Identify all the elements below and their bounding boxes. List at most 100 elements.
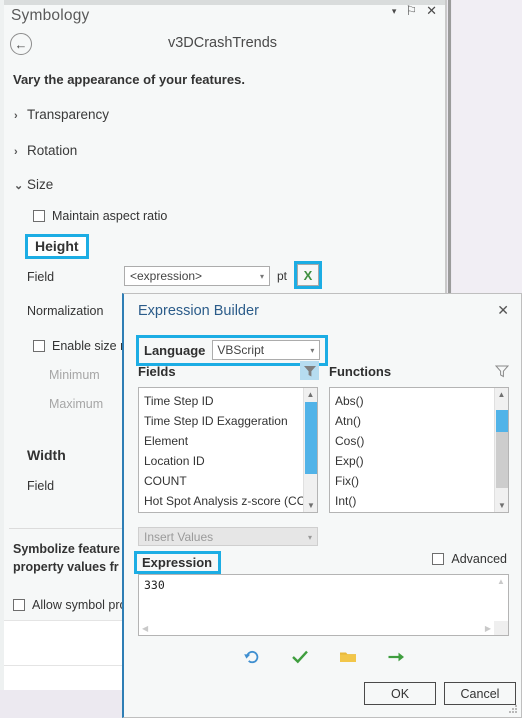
resize-grip[interactable]: [509, 705, 518, 714]
height-label: Height: [35, 238, 79, 254]
advanced-label: Advanced: [451, 552, 507, 566]
scroll-up-icon[interactable]: ▲: [495, 388, 508, 401]
expression-label: Expression: [142, 555, 213, 570]
section-rotation-label: Rotation: [27, 143, 78, 158]
allow-symbol-label: Allow symbol pro: [32, 598, 127, 612]
list-item[interactable]: Atn(): [335, 411, 494, 431]
section-size[interactable]: ⌄ Size: [14, 177, 53, 192]
expression-textarea[interactable]: 330 ▲ ◀ ▶: [138, 574, 509, 636]
list-item[interactable]: COUNT: [144, 471, 303, 491]
expression-vertical-scrollbar: ▲: [494, 575, 508, 621]
chevron-right-icon: ›: [14, 146, 18, 158]
height-field-label: Field: [27, 270, 55, 284]
list-item[interactable]: Location ID: [144, 451, 303, 471]
functions-scrollbar[interactable]: ▲ ▼: [494, 388, 508, 512]
list-item[interactable]: Hot Spot Analysis z-score (COU: [144, 491, 303, 511]
expression-horizontal-scrollbar: ◀ ▶: [139, 621, 508, 635]
scrollbar-thumb[interactable]: [305, 402, 317, 474]
scrollbar-thumb[interactable]: [496, 410, 508, 432]
section-transparency-label: Transparency: [27, 107, 110, 122]
scroll-right-icon: ▶: [484, 624, 491, 633]
language-value: VBScript: [217, 343, 265, 357]
fields-listbox[interactable]: Time Step ID Time Step ID Exaggeration E…: [138, 387, 318, 513]
dialog-title: Expression Builder: [138, 303, 259, 319]
chevron-right-icon: ›: [14, 110, 18, 122]
cancel-button-label: Cancel: [460, 686, 500, 701]
ok-button[interactable]: OK: [364, 682, 436, 705]
scroll-up-icon[interactable]: ▲: [304, 388, 317, 401]
fields-scrollbar[interactable]: ▲ ▼: [303, 388, 317, 512]
chevron-down-icon: ▾: [307, 533, 312, 542]
minimum-label: Minimum: [49, 368, 100, 382]
close-icon[interactable]: ✕: [426, 4, 437, 17]
ok-button-label: OK: [390, 686, 410, 701]
list-item[interactable]: Cos(): [335, 431, 494, 451]
scroll-down-icon[interactable]: ▼: [495, 499, 508, 512]
scroll-down-icon[interactable]: ▼: [304, 499, 317, 512]
undo-icon[interactable]: [241, 646, 263, 668]
pane-left-strip: [0, 0, 4, 718]
expression-button[interactable]: X: [297, 264, 319, 286]
expression-icon: X: [303, 267, 313, 283]
checkbox-box: [13, 599, 25, 611]
height-unit-label: pt: [277, 269, 288, 283]
verify-icon[interactable]: [289, 646, 311, 668]
height-label-highlight: Height: [25, 234, 89, 259]
maintain-aspect-ratio-checkbox[interactable]: Maintain aspect ratio: [33, 209, 167, 223]
intro-text: Vary the appearance of your features.: [13, 72, 245, 87]
menu-caret-icon[interactable]: ▾: [392, 7, 397, 16]
list-item[interactable]: Int(): [335, 491, 494, 511]
list-item[interactable]: Exp(): [335, 451, 494, 471]
list-item[interactable]: Time Step ID Exaggeration: [144, 411, 303, 431]
checkbox-box: [33, 210, 45, 222]
functions-filter-icon[interactable]: [492, 361, 511, 380]
allow-symbol-checkbox[interactable]: Allow symbol pro: [13, 598, 126, 612]
height-field-value: <expression>: [130, 269, 203, 283]
scroll-left-icon: ◀: [142, 624, 149, 633]
cancel-button[interactable]: Cancel: [444, 682, 516, 705]
expression-toolbar: [124, 646, 522, 668]
advanced-checkbox[interactable]: Advanced: [432, 552, 507, 566]
list-item[interactable]: Time Step ID: [144, 391, 303, 411]
chevron-down-icon: ⌄: [14, 180, 24, 192]
pane-title: Symbology: [11, 7, 90, 24]
width-field-label: Field: [27, 479, 55, 493]
height-field-dropdown[interactable]: <expression> ▾: [124, 266, 270, 286]
section-rotation[interactable]: › Rotation: [14, 143, 77, 158]
language-label: Language: [144, 342, 206, 358]
pane-top-strip: [0, 0, 445, 5]
functions-listbox[interactable]: Abs() Atn() Cos() Exp() Fix() Int() ▲ ▼: [329, 387, 509, 513]
layer-name: v3DCrashTrends: [167, 35, 278, 51]
fields-filter-icon[interactable]: [300, 361, 319, 380]
fields-header: Fields: [138, 364, 176, 379]
pin-icon[interactable]: ⚐: [405, 4, 417, 17]
normalization-label: Normalization: [27, 304, 104, 318]
scrollbar-track-fill: [496, 432, 508, 488]
checkbox-box: [432, 553, 445, 565]
list-item[interactable]: Abs(): [335, 391, 494, 411]
dialog-close-icon[interactable]: ✕: [497, 302, 509, 319]
chevron-down-icon: ▾: [310, 346, 315, 355]
width-label: Width: [27, 447, 66, 463]
scroll-up-icon: ▲: [497, 577, 505, 586]
fields-list: Time Step ID Time Step ID Exaggeration E…: [139, 388, 303, 512]
export-arrow-icon[interactable]: [385, 646, 407, 668]
scrollbar-corner: [494, 621, 508, 635]
language-dropdown[interactable]: VBScript ▾: [212, 340, 321, 360]
insert-values-dropdown[interactable]: Insert Values ▾: [138, 527, 318, 546]
chevron-down-icon: ▾: [259, 272, 264, 281]
expression-value: 330: [144, 578, 165, 592]
functions-header: Functions: [329, 364, 392, 379]
expression-button-highlight: X: [294, 261, 322, 289]
open-folder-icon[interactable]: [337, 646, 359, 668]
list-item[interactable]: Fix(): [335, 471, 494, 491]
insert-values-placeholder: Insert Values: [144, 530, 214, 544]
section-size-label: Size: [27, 177, 54, 192]
checkbox-box: [33, 340, 45, 352]
section-transparency[interactable]: › Transparency: [14, 107, 109, 122]
expression-label-highlight: Expression: [134, 551, 222, 574]
maintain-aspect-ratio-label: Maintain aspect ratio: [52, 209, 168, 223]
list-item[interactable]: Element: [144, 431, 303, 451]
expression-builder-dialog: Expression Builder ✕ Language VBScript ▾…: [122, 293, 522, 718]
functions-list: Abs() Atn() Cos() Exp() Fix() Int(): [330, 388, 494, 512]
